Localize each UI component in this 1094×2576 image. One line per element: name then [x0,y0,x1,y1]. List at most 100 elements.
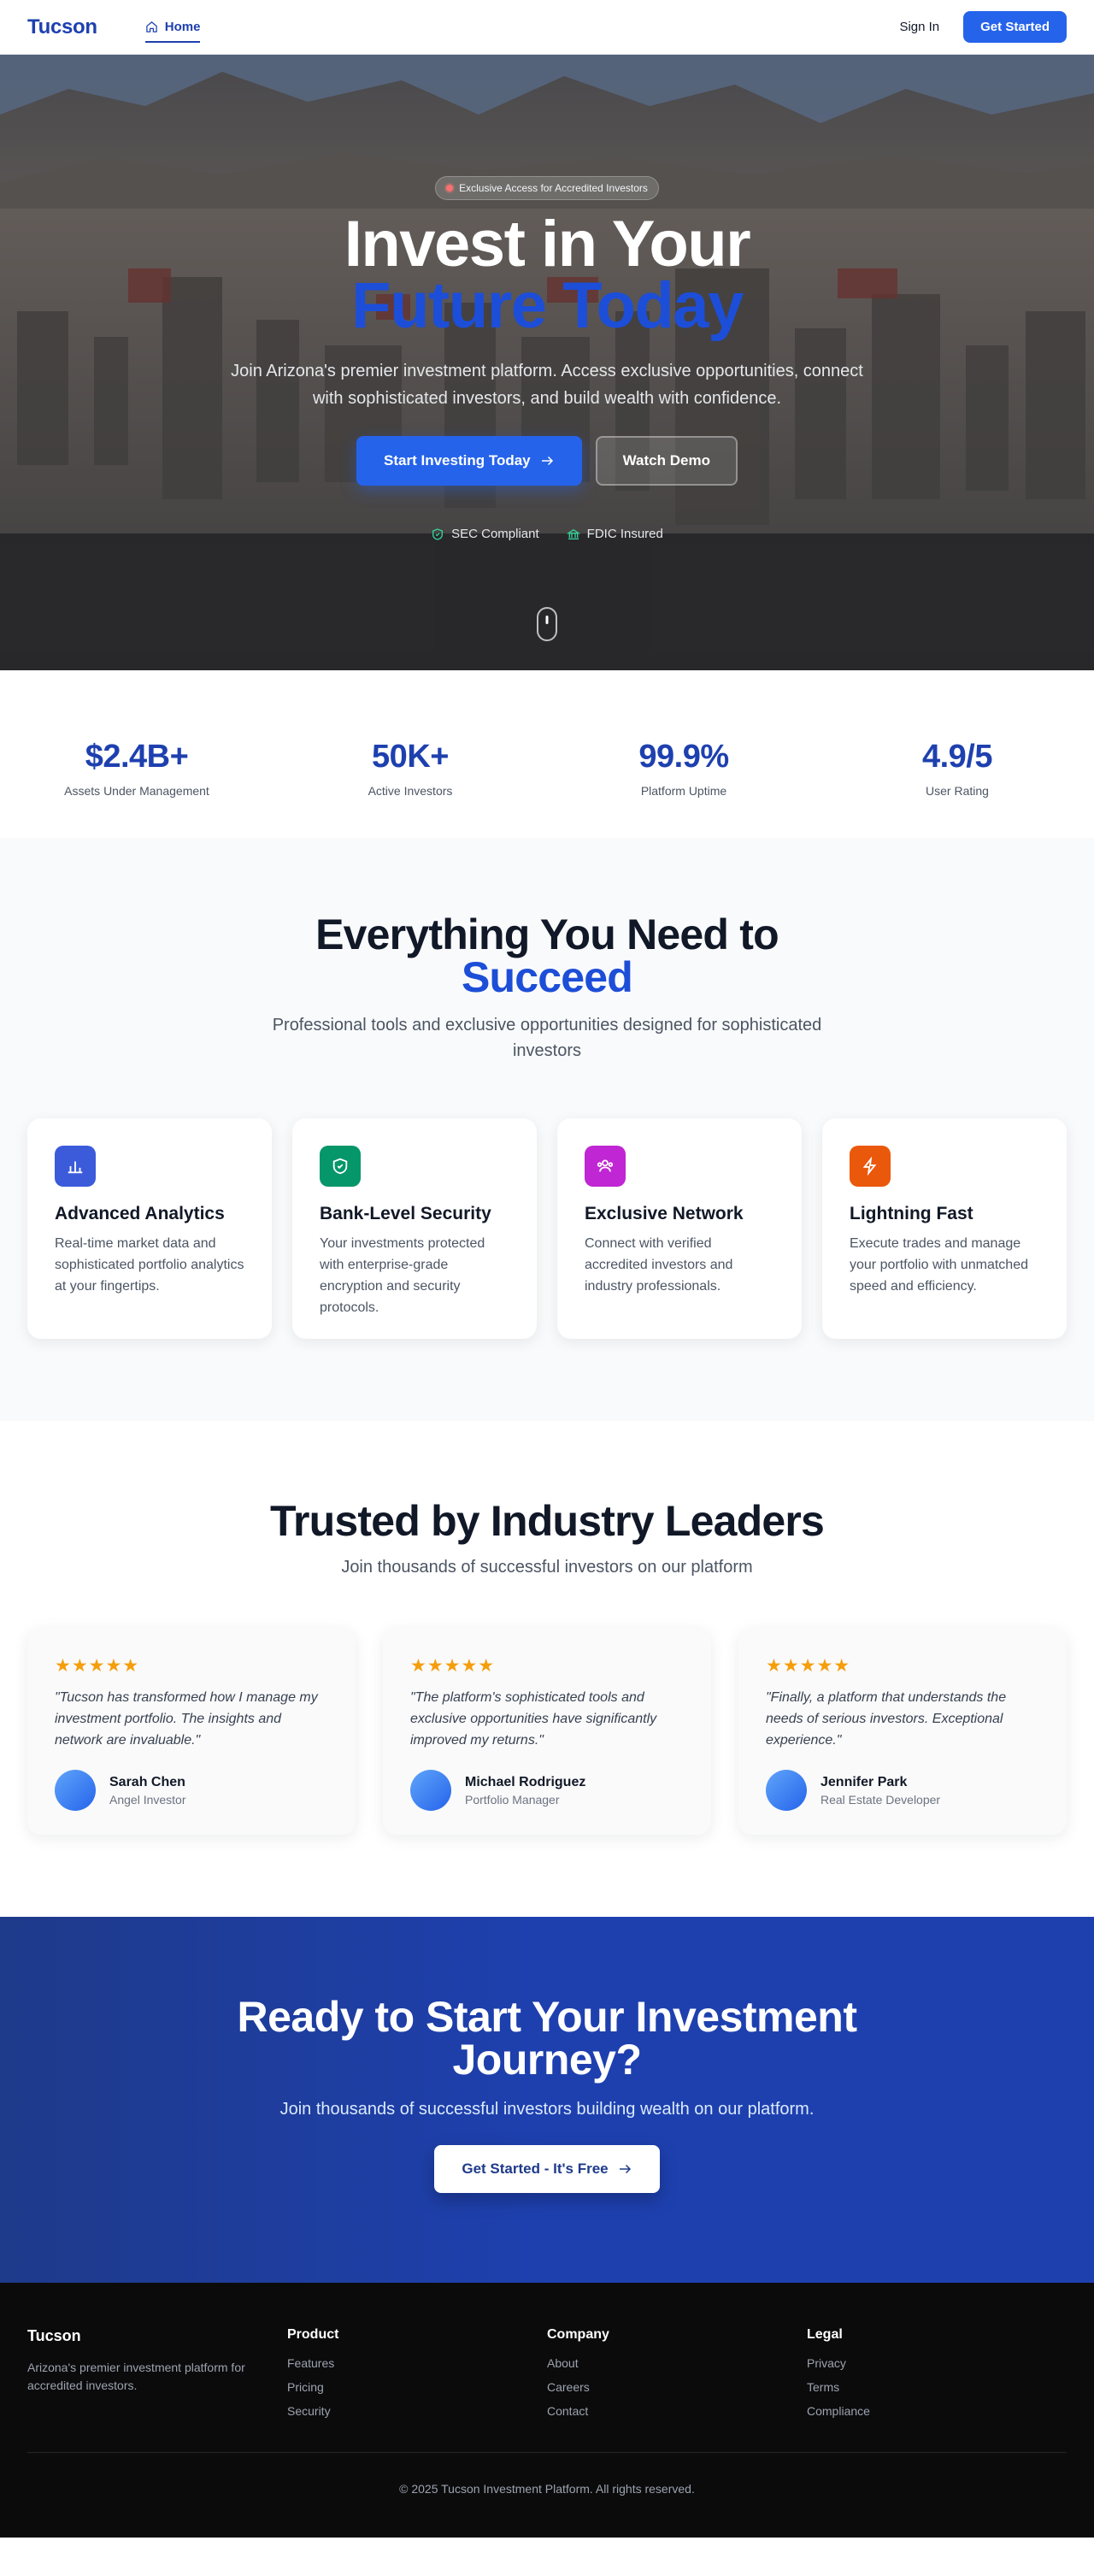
footer-link[interactable]: Terms [807,2380,1067,2394]
badge-dot-icon [446,185,454,192]
footer-brand[interactable]: Tucson [27,2327,287,2345]
avatar [410,1770,451,1811]
footer-link[interactable]: Contact [547,2404,807,2418]
footer-col-product: Product Features Pricing Security [287,2327,547,2428]
stat-value: 99.9% [638,739,729,775]
testimonial-card: ★★★★★ "Finally, a platform that understa… [738,1628,1067,1835]
feature-text: Real-time market data and sophisticated … [55,1236,244,1294]
footer-link[interactable]: Compliance [807,2404,1067,2418]
start-investing-button[interactable]: Start Investing Today [356,436,582,486]
testimonial-author: Jennifer Park Real Estate Developer [766,1770,1039,1811]
author-name: Sarah Chen [109,1774,185,1789]
cta-subtitle: Join thousands of successful investors b… [279,2100,815,2119]
shield-check-icon [432,528,444,540]
footer-col-company: Company About Careers Contact [547,2327,807,2428]
author-role: Angel Investor [109,1792,186,1807]
star-rating-icon: ★★★★★ [766,1656,851,1676]
testimonial-quote: "Finally, a platform that understands th… [766,1690,1007,1748]
bank-icon [566,528,580,539]
sign-in-link[interactable]: Sign In [899,20,939,34]
feature-icon-box [55,1146,96,1187]
hero-subtitle: Join Arizona's premier investment platfo… [231,362,863,408]
testimonial-author: Sarah Chen Angel Investor [55,1770,328,1811]
shield-icon [332,1158,348,1175]
stat-label: Active Investors [368,784,453,798]
stats-section: $2.4B+ Assets Under Management 50K+ Acti… [0,670,1094,838]
testimonials-grid: ★★★★★ "Tucson has transformed how I mana… [27,1628,1067,1835]
testimonial-card: ★★★★★ "The platform's sophisticated tool… [383,1628,711,1835]
footer-description: Arizona's premier investment platform fo… [27,2361,245,2392]
feature-title: Exclusive Network [585,1204,744,1223]
feature-card-security: Bank-Level Security Your investments pro… [292,1118,537,1339]
features-title-line1: Everything You Need to [315,911,779,958]
testimonial-quote: "The platform's sophisticated tools and … [410,1690,657,1748]
footer-links: Privacy Terms Compliance [807,2356,1067,2418]
footer-col-legal: Legal Privacy Terms Compliance [807,2327,1067,2428]
features-title: Everything You Need to Succeed [27,913,1067,999]
feature-text: Connect with verified accredited investo… [585,1236,733,1294]
stat-value: $2.4B+ [85,739,189,775]
footer-links: About Careers Contact [547,2356,807,2418]
arrow-right-icon [619,2164,631,2174]
feature-icon-box [585,1146,626,1187]
stat-label: Assets Under Management [64,784,209,798]
feature-text: Your investments protected with enterpri… [320,1236,485,1315]
home-icon [146,21,157,32]
star-rating-icon: ★★★★★ [410,1656,496,1676]
avatar [55,1770,96,1811]
scroll-indicator[interactable] [537,607,557,641]
get-started-free-button[interactable]: Get Started - It's Free [434,2145,660,2193]
get-started-free-label: Get Started - It's Free [462,2160,609,2177]
feature-title: Lightning Fast [850,1204,973,1223]
nav-home-link[interactable]: Home [144,0,200,55]
testimonial-card: ★★★★★ "Tucson has transformed how I mana… [27,1628,356,1835]
features-grid: Advanced Analytics Real-time market data… [27,1118,1067,1339]
author-role: Real Estate Developer [820,1792,941,1807]
nav-actions: Sign In Get Started [899,11,1067,43]
avatar [766,1770,807,1811]
feature-icon-box [850,1146,891,1187]
footer-brand-col: Tucson Arizona's premier investment plat… [27,2327,287,2428]
badge-label: Exclusive Access for Accredited Investor… [459,182,648,194]
testimonials-section: Trusted by Industry Leaders Join thousan… [0,1421,1094,1917]
trust-sec: SEC Compliant [431,527,539,541]
cta-title: Ready to Start Your Investment Journey? [237,1993,858,2084]
brand-logo[interactable]: Tucson [27,15,97,39]
bar-chart-icon [68,1161,83,1174]
hero-title: Invest in Your Future Today [0,212,1094,339]
footer-heading: Legal [807,2327,843,2342]
trust-fdic: FDIC Insured [566,527,663,541]
stat-value: 50K+ [372,739,449,775]
stat-rating: 4.9/5 User Rating [820,739,1094,838]
watch-demo-button[interactable]: Watch Demo [595,436,738,486]
footer-link[interactable]: Security [287,2404,547,2418]
author-role: Portfolio Manager [465,1792,560,1807]
stat-label: Platform Uptime [640,784,727,798]
users-icon [597,1159,614,1172]
hero-section: Exclusive Access for Accredited Investor… [0,55,1094,670]
feature-text: Execute trades and manage your portfolio… [850,1236,1028,1294]
feature-icon-box [320,1146,361,1187]
testimonial-quote: "Tucson has transformed how I manage my … [55,1690,318,1748]
feature-title: Bank-Level Security [320,1204,491,1223]
stat-assets: $2.4B+ Assets Under Management [0,739,274,838]
feature-card-speed: Lightning Fast Execute trades and manage… [822,1118,1067,1339]
stat-label: User Rating [926,784,989,798]
trust-sec-label: SEC Compliant [451,527,539,541]
star-rating-icon: ★★★★★ [55,1656,140,1676]
lightning-icon [862,1157,877,1176]
footer: Tucson Arizona's premier investment plat… [0,2283,1094,2538]
testimonials-subtitle: Join thousands of successful investors o… [341,1558,753,1577]
footer-copyright: © 2025 Tucson Investment Platform. All r… [27,2452,1067,2496]
footer-link[interactable]: Features [287,2356,547,2370]
footer-link[interactable]: Pricing [287,2380,547,2394]
trust-fdic-label: FDIC Insured [586,527,663,541]
footer-link[interactable]: About [547,2356,807,2370]
footer-link[interactable]: Careers [547,2380,807,2394]
testimonials-title: Trusted by Industry Leaders [269,1497,825,1545]
footer-link[interactable]: Privacy [807,2356,1067,2370]
stat-uptime: 99.9% Platform Uptime [547,739,820,838]
get-started-button[interactable]: Get Started [963,11,1067,43]
author-name: Michael Rodriguez [465,1774,586,1789]
arrow-right-icon [541,456,553,466]
